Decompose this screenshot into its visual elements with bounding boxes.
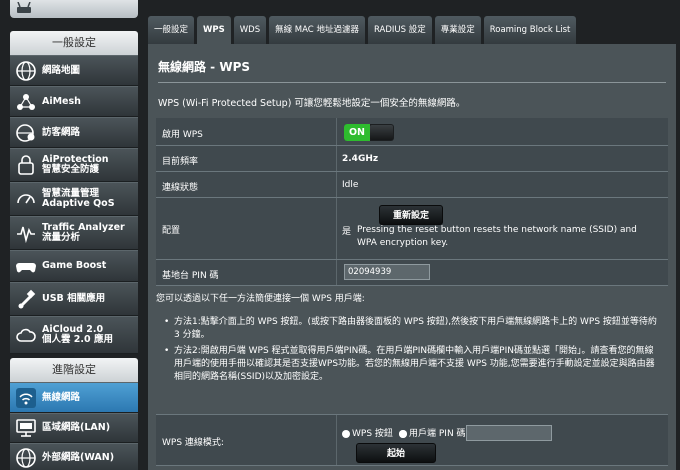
guest-network-icon bbox=[16, 123, 35, 142]
sidebar-item-label: 訪客網路 bbox=[42, 126, 81, 138]
usb-icon bbox=[18, 289, 36, 309]
sidebar-item-aicloud[interactable]: AiCloud 2.0 個人雲 2.0 應用 bbox=[10, 316, 138, 354]
wps-toggle[interactable]: ON bbox=[344, 124, 394, 141]
reset-button[interactable]: 重新設定 bbox=[379, 205, 443, 225]
gamepad-icon bbox=[16, 263, 36, 273]
status-label: 連線狀態 bbox=[162, 183, 199, 193]
row-status: 連線狀態 Idle bbox=[156, 172, 668, 198]
toggle-knob bbox=[370, 125, 393, 140]
enable-wps-label: 啟用 WPS bbox=[162, 130, 203, 140]
sidebar-item-label: 外部網路(WAN) bbox=[42, 452, 115, 463]
sidebar-item-label: AiProtection 智慧安全防護 bbox=[42, 154, 109, 175]
toggle-on-label: ON bbox=[344, 124, 370, 141]
row-configured: 配置 是 重新設定 Pressing the reset button rese… bbox=[156, 198, 668, 260]
config-label: 配置 bbox=[162, 226, 181, 236]
sidebar-item-label: 無線網路 bbox=[42, 391, 81, 403]
row-connect-mode: WPS 連線模式: WPS 按鈕 用戶端 PIN 碼 起始 bbox=[156, 414, 668, 466]
reset-warning: Pressing the reset button resets the net… bbox=[357, 225, 637, 248]
sidebar-item-label: 智慧流量管理 Adaptive QoS bbox=[42, 188, 115, 209]
wifi-icon bbox=[16, 387, 36, 408]
speedometer-icon bbox=[17, 194, 35, 204]
help-bullet-text: 方法1:點擊介面上的 WPS 按鈕。(或按下路由器後面板的 WPS 按鈕),然後… bbox=[174, 317, 657, 340]
bullet-dot: • bbox=[164, 346, 170, 356]
sidebar-top-strip bbox=[10, 0, 138, 18]
sidebar-item-label: 區域網路(LAN) bbox=[42, 422, 111, 433]
sidebar-item-guest-network[interactable]: 訪客網路 bbox=[10, 117, 138, 148]
monitor-icon bbox=[16, 419, 36, 437]
sidebar-item-label: 網路地圖 bbox=[42, 64, 81, 76]
page-title: 無線網路 - WPS bbox=[158, 60, 251, 74]
sidebar-item-wireless[interactable]: 無線網路 bbox=[10, 382, 138, 413]
wps-content: 無線網路 - WPS WPS (Wi-Fi Protected Setup) 可… bbox=[148, 44, 676, 470]
title-divider bbox=[158, 82, 666, 83]
tab-bar: 一般設定 WPS WDS 無線 MAC 地址過濾器 RADIUS 設定 專業設定… bbox=[148, 16, 579, 44]
column-divider bbox=[336, 146, 337, 171]
sidebar-item-aimesh[interactable]: AiMesh bbox=[10, 86, 138, 117]
row-frequency: 目前頻率 2.4GHz bbox=[156, 146, 668, 172]
mesh-icon bbox=[17, 93, 35, 110]
column-divider bbox=[336, 260, 337, 285]
globe-icon bbox=[16, 60, 36, 81]
sidebar-item-label: Game Boost bbox=[42, 260, 107, 271]
globe-icon bbox=[16, 448, 36, 468]
column-divider bbox=[336, 118, 337, 145]
connect-mode-label: WPS 連線模式: bbox=[162, 438, 224, 448]
pin-label: 基地台 PIN 碼 bbox=[162, 271, 219, 281]
column-divider bbox=[336, 198, 337, 259]
sidebar-item-game-boost[interactable]: Game Boost bbox=[10, 250, 138, 282]
traffic-icon bbox=[17, 226, 35, 244]
sidebar-item-wan[interactable]: 外部網路(WAN) bbox=[10, 443, 138, 470]
help-bullet: • 方法2:開啟用戶端 WPS 程式並取得用戶端PIN碼。在用戶端PIN碼欄中輸… bbox=[164, 345, 660, 384]
tab-general[interactable]: 一般設定 bbox=[148, 16, 195, 44]
page-intro: WPS (Wi-Fi Protected Setup) 可讓您輕鬆地設定一個安全… bbox=[158, 98, 466, 109]
main-panel: 一般設定 WPS WDS 無線 MAC 地址過濾器 RADIUS 設定 專業設定… bbox=[148, 8, 676, 470]
radio-unselected[interactable] bbox=[399, 429, 407, 438]
client-pin-input[interactable] bbox=[466, 425, 552, 441]
sidebar-item-adaptive-qos[interactable]: 智慧流量管理 Adaptive QoS bbox=[10, 182, 138, 216]
ap-pin-field: 02094939 bbox=[344, 264, 430, 280]
row-ap-pin: 基地台 PIN 碼 02094939 bbox=[156, 260, 668, 286]
lock-icon bbox=[18, 155, 34, 175]
column-divider bbox=[336, 415, 337, 465]
router-icon bbox=[17, 2, 31, 13]
tab-roaming-block-list[interactable]: Roaming Block List bbox=[483, 16, 577, 44]
option-wps-button-label: WPS 按鈕 bbox=[352, 429, 393, 439]
cloud-icon bbox=[16, 328, 36, 342]
help-bullet: • 方法1:點擊介面上的 WPS 按鈕。(或按下路由器後面板的 WPS 按鈕),… bbox=[164, 316, 660, 342]
frequency-value: 2.4GHz bbox=[342, 154, 379, 164]
option-wps-button[interactable]: WPS 按鈕 bbox=[342, 426, 393, 439]
config-value: 是 bbox=[342, 227, 352, 237]
sidebar-item-label: AiMesh bbox=[42, 95, 81, 107]
tab-mac-filter[interactable]: 無線 MAC 地址過濾器 bbox=[269, 16, 365, 44]
general-section-header: 一般設定 bbox=[10, 31, 138, 55]
sidebar-item-label: AiCloud 2.0 個人雲 2.0 應用 bbox=[42, 324, 113, 345]
sidebar-item-label: USB 相關應用 bbox=[42, 293, 106, 304]
column-divider bbox=[336, 172, 337, 197]
start-button[interactable]: 起始 bbox=[356, 443, 436, 463]
help-bullet-text: 方法2:開啟用戶端 WPS 程式並取得用戶端PIN碼。在用戶端PIN碼欄中輸入用… bbox=[174, 346, 655, 382]
advanced-section-header: 進階設定 bbox=[10, 358, 138, 382]
sidebar-item-aiprotection[interactable]: AiProtection 智慧安全防護 bbox=[10, 148, 138, 182]
sidebar-item-lan[interactable]: 區域網路(LAN) bbox=[10, 413, 138, 443]
bullet-dot: • bbox=[164, 317, 170, 327]
help-lead: 您可以透過以下任一方法簡便連接一個 WPS 用戶端: bbox=[156, 294, 365, 304]
radio-selected[interactable] bbox=[342, 429, 350, 438]
sidebar-item-network-map[interactable]: 網路地圖 bbox=[10, 55, 138, 86]
sidebar-item-traffic-analyzer[interactable]: Traffic Analyzer 流量分析 bbox=[10, 216, 138, 250]
frequency-label: 目前頻率 bbox=[162, 157, 199, 167]
tab-professional[interactable]: 專業設定 bbox=[434, 16, 481, 44]
option-client-pin[interactable]: 用戶端 PIN 碼 bbox=[399, 426, 466, 439]
row-enable-wps: 啟用 WPS ON bbox=[156, 118, 668, 146]
sidebar-item-usb[interactable]: USB 相關應用 bbox=[10, 282, 138, 316]
tab-radius[interactable]: RADIUS 設定 bbox=[367, 16, 432, 44]
sidebar: 一般設定 網路地圖 AiMesh 訪客網路 AiProtection 智慧安全防… bbox=[0, 0, 140, 470]
tab-wps[interactable]: WPS bbox=[197, 16, 231, 44]
sidebar-item-label: Traffic Analyzer 流量分析 bbox=[42, 222, 125, 243]
status-value: Idle bbox=[342, 180, 359, 190]
tab-wds[interactable]: WDS bbox=[233, 16, 267, 44]
option-client-pin-label: 用戶端 PIN 碼 bbox=[409, 429, 466, 439]
